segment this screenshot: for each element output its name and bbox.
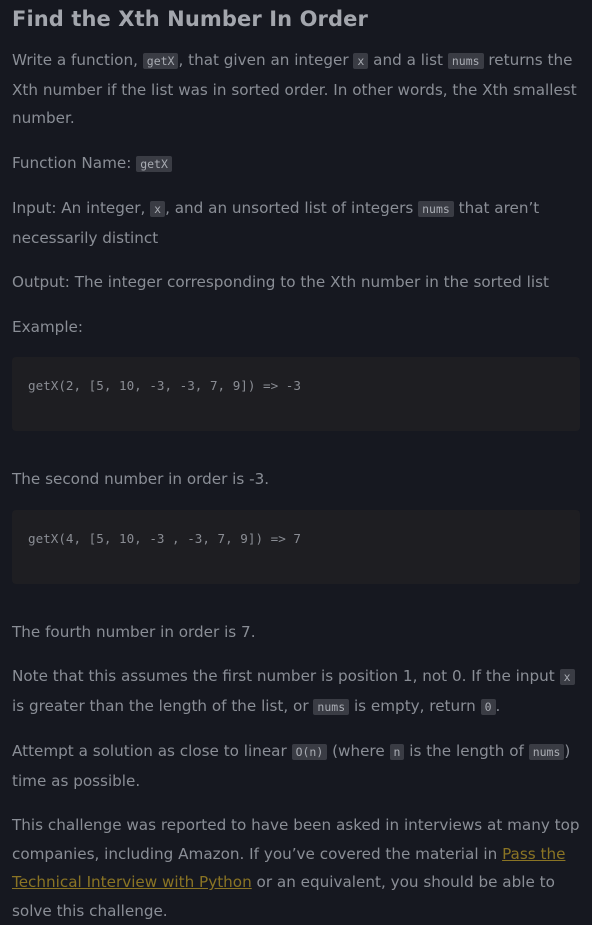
- example-1-explanation: The second number in order is -3.: [12, 470, 270, 488]
- attempt-text: is the length of: [404, 742, 529, 760]
- note-text: Note that this assumes the first number …: [12, 667, 560, 685]
- inline-code-big-o: O(n): [291, 744, 328, 760]
- function-name-label: Function Name:: [12, 153, 137, 172]
- note-text: is greater than the length of the list, …: [12, 696, 314, 715]
- attempt-text: Attempt a solution as close to linear: [12, 742, 292, 760]
- code-block-example-1: getX(2, [5, 10, -3, -3, 7, 9]) => -3: [12, 357, 580, 431]
- code-block-example-2: getX(4, [5, 10, -3 , -3, 7, 9]) => 7: [12, 509, 580, 584]
- inline-code-nums: nums: [313, 698, 350, 715]
- input-text: , and an unsorted list of integers: [165, 199, 419, 217]
- article: Find the Xth Number In Order Write a fun…: [0, 0, 592, 925]
- note-paragraph: Note that this assumes the first number …: [12, 662, 580, 721]
- note-text: is empty, return: [349, 696, 481, 715]
- inline-code-getx: getX: [142, 53, 179, 69]
- inline-code-nums: nums: [528, 744, 565, 760]
- inline-code-n: n: [389, 744, 405, 760]
- function-name-paragraph: Function Name: getX: [12, 149, 580, 179]
- input-text: Input: An integer,: [12, 199, 151, 217]
- input-paragraph: Input: An integer, x, and an unsorted li…: [12, 194, 580, 252]
- inline-code-x: x: [353, 53, 369, 69]
- note-text: .: [495, 696, 501, 715]
- intro-text: Write a function,: [12, 51, 143, 69]
- intro-text: , that given an integer: [178, 51, 354, 69]
- attempt-text: (where: [327, 742, 390, 760]
- output-paragraph: Output: The integer corresponding to the…: [12, 273, 549, 291]
- closing-text: This challenge was reported to have been…: [12, 816, 580, 863]
- attempt-paragraph: Attempt a solution as close to linear O(…: [12, 737, 580, 795]
- intro-text: and a list: [368, 51, 448, 69]
- inline-code-getx: getX: [136, 155, 172, 172]
- example-2-explanation: The fourth number in order is 7.: [12, 622, 256, 641]
- inline-code-x: x: [150, 201, 166, 217]
- page-title: Find the Xth Number In Order: [12, 7, 368, 31]
- example-label: Example:: [12, 317, 84, 336]
- code-example-1: getX(2, [5, 10, -3, -3, 7, 9]) => -3: [28, 378, 301, 393]
- intro-paragraph: Write a function, getX, that given an in…: [12, 46, 580, 133]
- inline-code-x: x: [559, 669, 575, 685]
- closing-paragraph: This challenge was reported to have been…: [12, 811, 580, 925]
- inline-code-nums: nums: [447, 53, 484, 69]
- inline-code-nums: nums: [418, 201, 454, 217]
- inline-code-zero: 0: [480, 698, 496, 715]
- code-example-2: getX(4, [5, 10, -3 , -3, 7, 9]) => 7: [28, 530, 301, 546]
